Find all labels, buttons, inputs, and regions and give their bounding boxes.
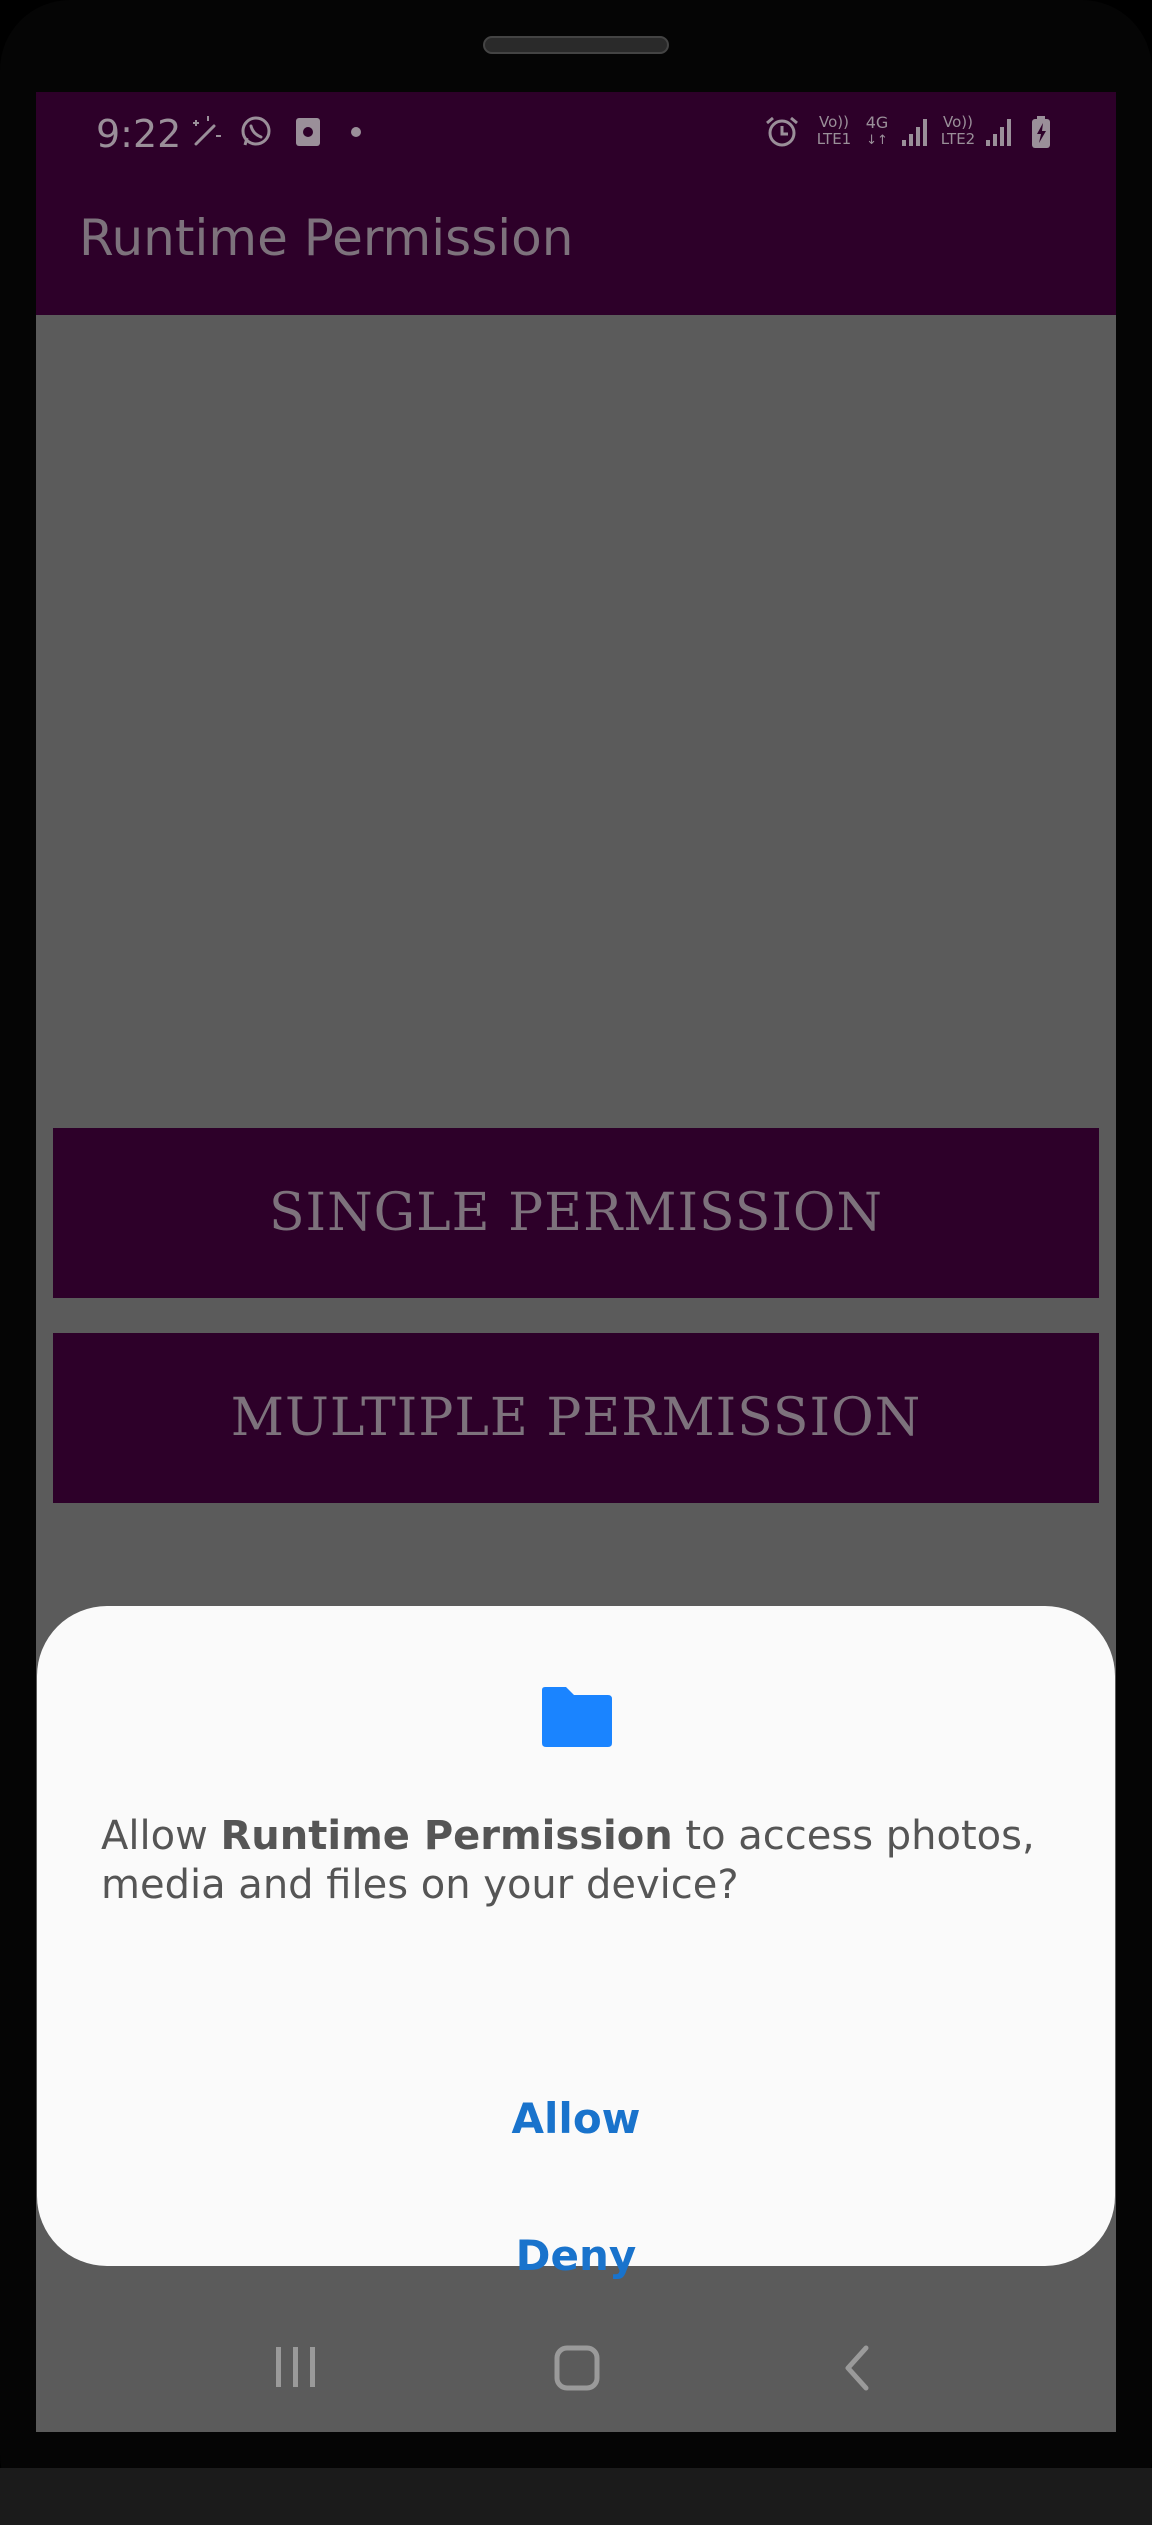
status-time: 9:22 xyxy=(96,112,182,156)
network-label: 4G xyxy=(865,113,889,132)
battery-charging-icon xyxy=(1032,116,1050,148)
folder-icon xyxy=(542,1687,612,1747)
recents-icon[interactable] xyxy=(272,2344,320,2390)
signal-icon xyxy=(986,119,1011,146)
signal-icon xyxy=(902,119,927,146)
sim1-label: LTE1 xyxy=(816,130,852,148)
dialog-message: Allow Runtime Permission to access photo… xyxy=(101,1812,1061,1910)
multiple-permission-button[interactable]: MULTIPLE PERMISSION xyxy=(53,1333,1099,1503)
volte-sim1-indicator: Vo)) LTE1 xyxy=(812,114,856,148)
allow-button[interactable]: Allow xyxy=(37,2094,1115,2143)
alarm-icon xyxy=(766,116,798,147)
status-bar: 9:22 Vo)) LTE1 4G ↓↑ Vo)) LTE2 xyxy=(36,92,1116,177)
screen: 9:22 Vo)) LTE1 4G ↓↑ Vo)) LTE2 Runtime P… xyxy=(36,92,1116,2432)
deny-button[interactable]: Deny xyxy=(37,2231,1115,2280)
back-icon[interactable] xyxy=(838,2344,878,2392)
network-type-indicator: 4G ↓↑ xyxy=(862,114,892,150)
volte-label: Vo)) xyxy=(819,113,849,131)
toolbar-title: Runtime Permission xyxy=(79,209,574,267)
volte-sim2-indicator: Vo)) LTE2 xyxy=(936,114,980,148)
phone-frame: 9:22 Vo)) LTE1 4G ↓↑ Vo)) LTE2 Runtime P… xyxy=(0,0,1152,2525)
app-toolbar: Runtime Permission xyxy=(36,177,1116,315)
earpiece-speaker xyxy=(483,36,669,54)
message-app-name: Runtime Permission xyxy=(220,1813,673,1859)
data-arrows-icon: ↓↑ xyxy=(866,133,888,148)
magic-wand-icon xyxy=(193,116,221,146)
volte-label: Vo)) xyxy=(943,113,973,131)
permission-dialog: Allow Runtime Permission to access photo… xyxy=(37,1606,1115,2280)
single-permission-button[interactable]: SINGLE PERMISSION xyxy=(53,1128,1099,1298)
bottom-bezel xyxy=(0,2468,1152,2525)
sim-storage-icon xyxy=(296,118,320,146)
navigation-bar xyxy=(36,2316,1116,2432)
dot-icon xyxy=(351,127,361,137)
sim2-label: LTE2 xyxy=(940,130,976,148)
message-prefix: Allow xyxy=(101,1813,221,1859)
whatsapp-icon xyxy=(241,116,271,146)
home-icon[interactable] xyxy=(553,2344,601,2392)
